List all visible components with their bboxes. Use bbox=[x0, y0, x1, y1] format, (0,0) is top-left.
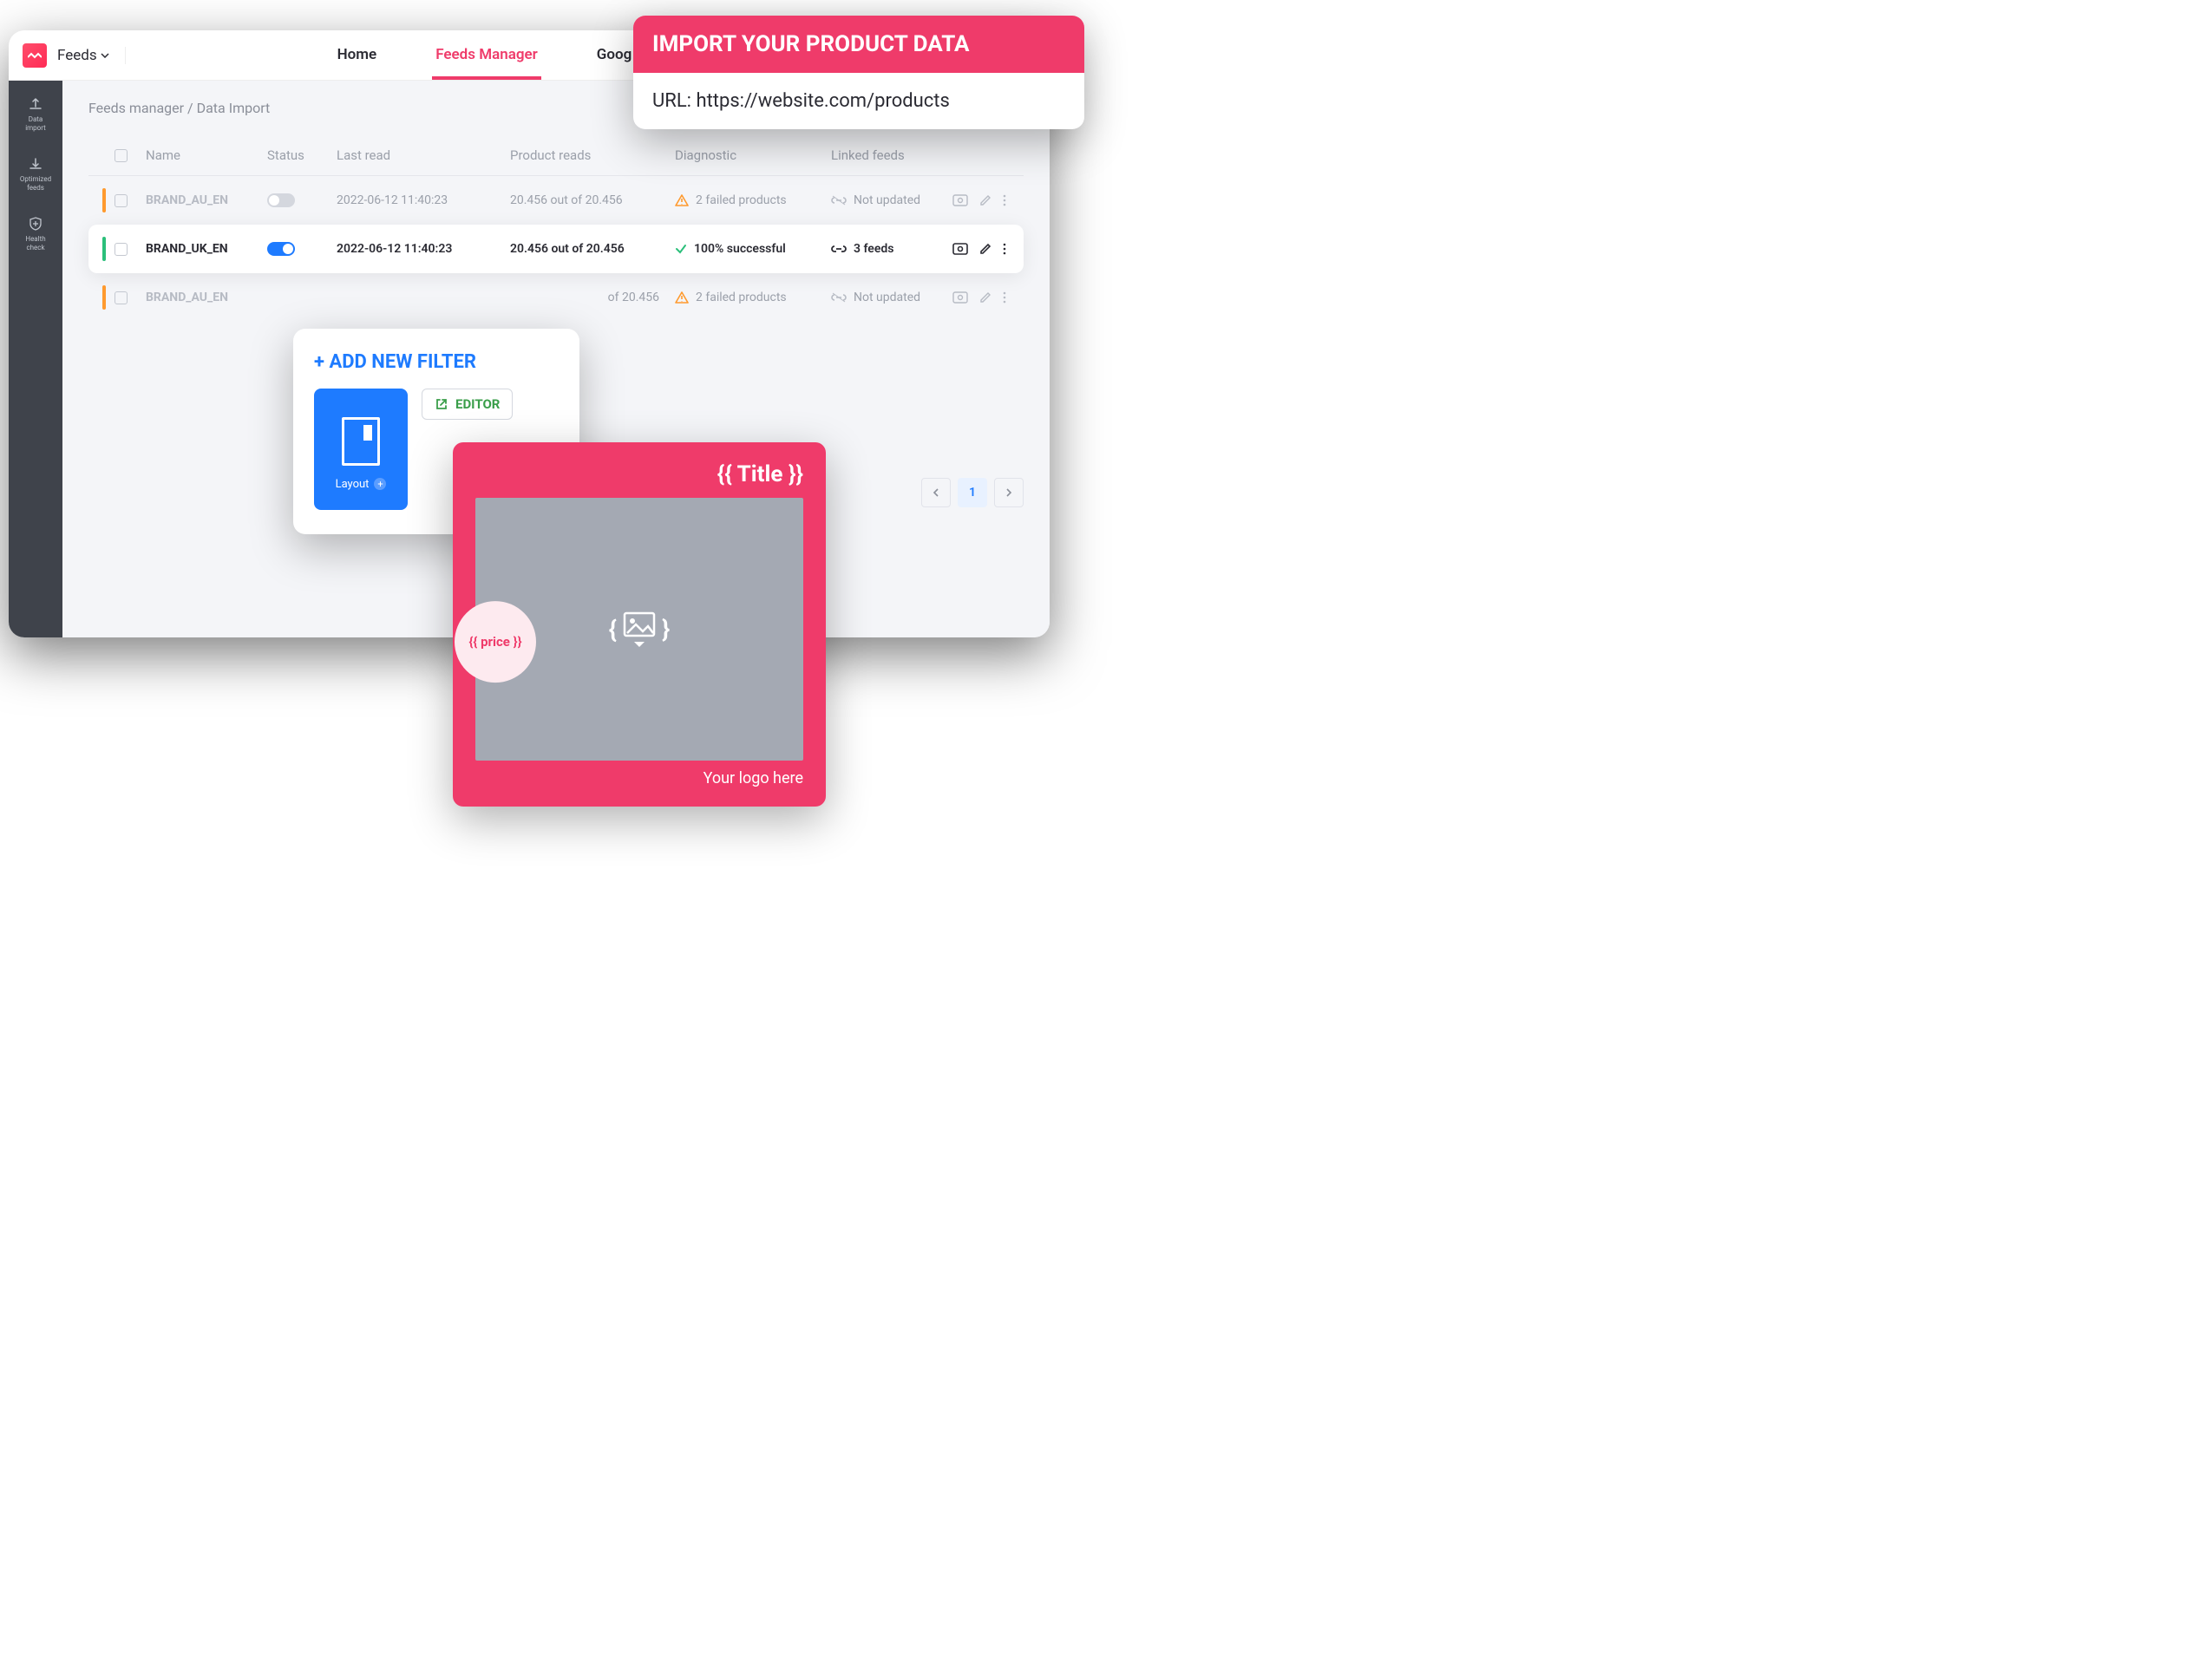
sidebar-item-health-check[interactable]: Health check bbox=[25, 216, 45, 252]
col-link-header: Linked feeds bbox=[831, 147, 952, 163]
row-linked-feeds: 3 feeds bbox=[831, 242, 952, 256]
editor-button[interactable]: EDITOR bbox=[422, 389, 513, 420]
table-row[interactable]: BRAND_UK_EN 2022-06-12 11:40:23 20.456 o… bbox=[88, 225, 1024, 273]
row-diagnostic: 100% successful bbox=[675, 242, 831, 256]
row-product-reads: 20.456 out of 20.456 bbox=[510, 193, 675, 207]
table-row[interactable]: BRAND_AU_EN of 20.456 2 failed products … bbox=[88, 273, 1024, 322]
pencil-icon[interactable] bbox=[978, 242, 992, 256]
col-diag-header: Diagnostic bbox=[675, 147, 831, 163]
warning-triangle-icon bbox=[675, 291, 689, 304]
row-linked-feeds: Not updated bbox=[831, 193, 952, 207]
layout-tile-label: Layout bbox=[336, 478, 370, 491]
pagination: 1 bbox=[921, 478, 1024, 507]
row-name: BRAND_UK_EN bbox=[146, 242, 267, 256]
logo-wave-icon bbox=[28, 51, 42, 60]
col-name-header: Name bbox=[146, 147, 267, 163]
status-bar-icon bbox=[102, 237, 106, 261]
select-all-checkbox[interactable] bbox=[115, 149, 128, 162]
import-card-url: URL: https://website.com/products bbox=[633, 73, 1084, 129]
layout-tile[interactable]: Layout + bbox=[314, 389, 408, 510]
sidebar-item-optimized-feeds[interactable]: Optimized feeds bbox=[20, 156, 51, 192]
row-name: BRAND_AU_EN bbox=[146, 291, 267, 304]
chevron-right-icon bbox=[1005, 487, 1012, 498]
tab-home[interactable]: Home bbox=[334, 31, 381, 80]
status-bar-icon bbox=[102, 188, 106, 212]
warning-triangle-icon bbox=[675, 193, 689, 207]
sidebar: Data import Optimized feeds Health check bbox=[9, 81, 62, 637]
status-toggle[interactable] bbox=[267, 242, 295, 256]
chevron-left-icon bbox=[933, 487, 939, 498]
page-next-button[interactable] bbox=[994, 478, 1024, 507]
row-checkbox[interactable] bbox=[115, 291, 128, 304]
template-logo-placeholder: Your logo here bbox=[475, 769, 803, 787]
row-product-reads: 20.456 out of 20.456 bbox=[510, 242, 675, 256]
upload-icon bbox=[28, 96, 43, 112]
plus-circle-icon: + bbox=[374, 478, 386, 490]
import-card-title: IMPORT YOUR PRODUCT DATA bbox=[633, 16, 1084, 73]
imports-table: Name Status Last read Product reads Diag… bbox=[88, 135, 1024, 322]
row-product-reads: of 20.456 bbox=[510, 291, 675, 304]
link-broken-icon bbox=[831, 194, 847, 206]
row-checkbox[interactable] bbox=[115, 194, 128, 207]
external-link-icon bbox=[435, 397, 448, 411]
check-icon bbox=[675, 244, 687, 254]
sidebar-item-data-import[interactable]: Data import bbox=[25, 96, 46, 132]
sidebar-item-label: Optimized feeds bbox=[20, 175, 51, 192]
template-image-area: { } {{ price }} bbox=[475, 498, 803, 761]
kebab-menu-icon[interactable] bbox=[1003, 243, 1006, 255]
layout-page-icon bbox=[342, 417, 380, 466]
row-last-read: 2022-06-12 11:40:23 bbox=[337, 242, 510, 256]
kebab-menu-icon[interactable] bbox=[1003, 291, 1006, 304]
sidebar-item-label: Health check bbox=[25, 235, 45, 252]
feeds-dropdown-label: Feeds bbox=[57, 47, 97, 64]
add-filter-title[interactable]: + ADD NEW FILTER bbox=[314, 351, 559, 373]
template-preview-card: {{ Title }} { } {{ price }} Your logo he… bbox=[453, 442, 826, 807]
status-toggle[interactable] bbox=[267, 193, 295, 207]
tab-google[interactable]: Goog bbox=[593, 31, 636, 80]
col-last-header: Last read bbox=[337, 147, 510, 163]
row-diagnostic: 2 failed products bbox=[675, 291, 831, 304]
row-linked-feeds: Not updated bbox=[831, 291, 952, 304]
table-header: Name Status Last read Product reads Diag… bbox=[88, 135, 1024, 176]
link-broken-icon bbox=[831, 291, 847, 304]
row-checkbox[interactable] bbox=[115, 243, 128, 256]
eye-icon[interactable] bbox=[952, 194, 968, 206]
eye-icon[interactable] bbox=[952, 291, 968, 304]
feeds-dropdown[interactable]: Feeds bbox=[57, 47, 126, 64]
pencil-icon[interactable] bbox=[978, 193, 992, 207]
editor-button-label: EDITOR bbox=[455, 396, 500, 412]
brand-logo bbox=[23, 43, 47, 68]
shield-plus-icon bbox=[28, 216, 43, 232]
table-row[interactable]: BRAND_AU_EN 2022-06-12 11:40:23 20.456 o… bbox=[88, 176, 1024, 225]
row-name: BRAND_AU_EN bbox=[146, 193, 267, 207]
price-placeholder-badge: {{ price }} bbox=[455, 601, 536, 683]
nav-tabs: Home Feeds Manager Goog bbox=[334, 31, 636, 80]
image-placeholder-icon: { } bbox=[609, 611, 670, 649]
tab-feeds-manager[interactable]: Feeds Manager bbox=[432, 31, 541, 80]
col-reads-header: Product reads bbox=[510, 147, 675, 163]
kebab-menu-icon[interactable] bbox=[1003, 194, 1006, 206]
sidebar-item-label: Data import bbox=[25, 115, 46, 132]
template-title-placeholder: {{ Title }} bbox=[475, 461, 803, 487]
download-icon bbox=[28, 156, 43, 172]
page-number-button[interactable]: 1 bbox=[958, 478, 987, 507]
import-data-card: IMPORT YOUR PRODUCT DATA URL: https://we… bbox=[633, 16, 1084, 129]
status-bar-icon bbox=[102, 285, 106, 310]
col-status-header: Status bbox=[267, 147, 337, 163]
pencil-icon[interactable] bbox=[978, 291, 992, 304]
row-diagnostic: 2 failed products bbox=[675, 193, 831, 207]
row-last-read: 2022-06-12 11:40:23 bbox=[337, 193, 510, 207]
page-prev-button[interactable] bbox=[921, 478, 951, 507]
link-icon bbox=[831, 243, 847, 255]
chevron-down-icon bbox=[101, 53, 109, 58]
eye-icon[interactable] bbox=[952, 243, 968, 255]
